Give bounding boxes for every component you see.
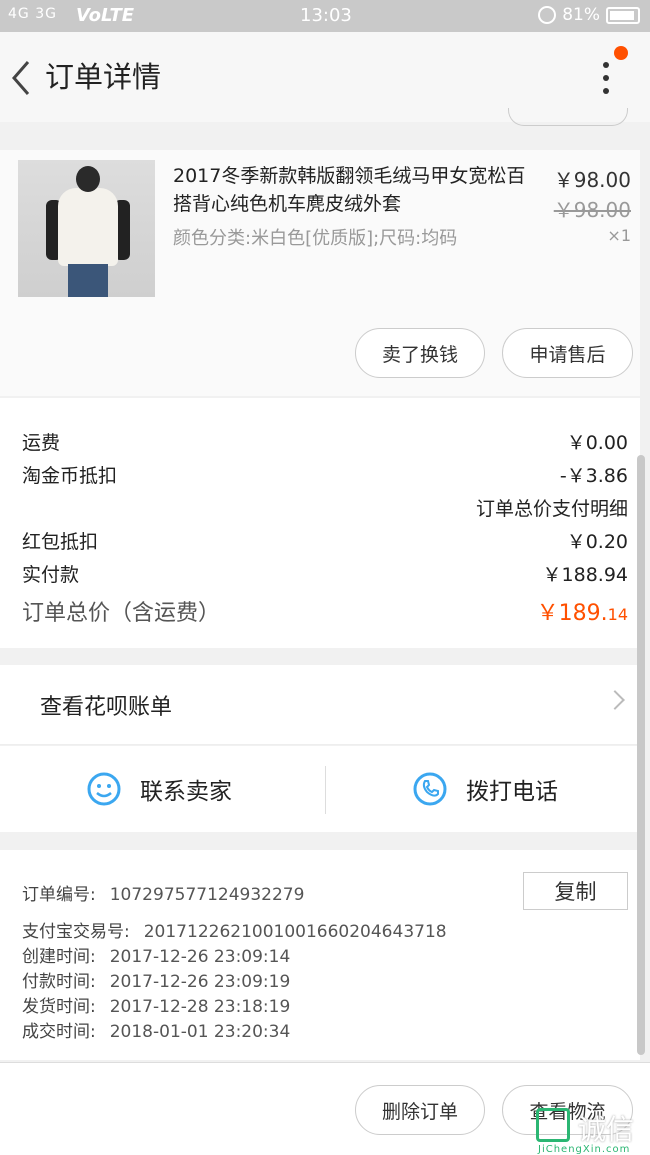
product-price: ￥98.00 [553,168,631,192]
order-number: 107297577124932279 [109,885,305,905]
total-cents: 14 [607,605,628,624]
status-bar: 4G 3G VoLTE 13:03 81% [0,0,650,32]
closed-label: 成交时间: [22,1022,96,1042]
paid-time-row: 付款时间: 2017-12-26 23:09:19 [22,967,290,992]
scrollbar[interactable] [637,455,645,1055]
call-button[interactable]: 拨打电话 [412,746,558,832]
payment-detail-link[interactable]: 订单总价支付明细 [476,494,628,521]
battery-area: 81% [538,5,640,25]
product-quantity: ×1 [607,226,631,245]
notification-dot [614,46,628,60]
product-thumbnail[interactable] [18,160,155,297]
shipping-label: 运费 [22,432,61,454]
chevron-right-icon [605,690,625,710]
call-label: 拨打电话 [466,779,558,805]
phone-icon [413,772,447,806]
coin-value: -￥3.86 [559,465,628,487]
watermark-logo-icon [536,1108,570,1142]
battery-icon [606,6,640,24]
paid-time: 2017-12-26 23:09:19 [109,972,291,992]
alipay-label: 支付宝交易号: [22,922,130,942]
network-type: VoLTE [76,5,135,26]
clock: 13:03 [300,5,352,26]
watermark-url: JiChengXin.com [538,1144,631,1155]
fee-summary: 运费 ￥0.00 淘金币抵扣 -￥3.86 订单总价支付明细 红包抵扣 ￥0.2… [0,398,640,648]
paid-value: ￥188.94 [542,564,628,586]
created-row: 创建时间: 2017-12-26 23:09:14 [22,942,290,967]
huabei-label: 查看花呗账单 [40,695,173,720]
paid-row: 实付款 ￥188.94 [22,560,628,587]
sell-button[interactable]: 卖了换钱 [355,328,485,378]
product-name[interactable]: 2017冬季新款韩版翻领毛绒马甲女宽松百搭背心纯色机车麂皮绒外套 [173,162,533,218]
coin-row: 淘金币抵扣 -￥3.86 [22,461,628,488]
total-row: 订单总价（含运费） ￥189.14 [22,595,628,627]
back-button[interactable] [8,58,36,98]
shipping-value: ￥0.00 [566,432,628,454]
rotation-lock-icon [538,6,557,24]
total-main: ￥189. [536,601,608,626]
order-number-row: 订单编号: 107297577124932279 [22,880,304,905]
chevron-left-icon [12,61,30,95]
watermark-text: 诚信 [578,1113,635,1146]
shipping-row: 运费 ￥0.00 [22,428,628,455]
redpacket-row: 红包抵扣 ￥0.20 [22,527,628,554]
contact-bar: 联系卖家 拨打电话 [0,746,640,832]
watermark: 诚信 JiChengXin.com [534,1106,650,1155]
redpacket-value: ￥0.20 [566,531,628,553]
vertical-divider [325,766,326,814]
chat-face-icon [87,772,121,806]
product-original-price: ￥98.00 [553,198,631,222]
app-header: 订单详情 [0,32,650,126]
created-time: 2017-12-26 23:09:14 [109,947,291,967]
shipped-row: 发货时间: 2017-12-28 23:18:19 [22,992,290,1017]
total-label: 订单总价（含运费） [22,601,221,626]
product-attributes: 颜色分类:米白色[优质版];尺码:均码 [173,228,458,249]
paid-label: 实付款 [22,564,80,586]
total-value: ￥189.14 [537,595,628,627]
product-card[interactable]: 2017冬季新款韩版翻领毛绒马甲女宽松百搭背心纯色机车麂皮绒外套 颜色分类:米白… [0,150,640,396]
after-sale-button[interactable]: 申请售后 [502,328,633,378]
order-number-label: 订单编号: [22,885,96,905]
more-menu-button[interactable] [594,58,618,98]
shipped-time: 2017-12-28 23:18:19 [109,997,291,1017]
scrolled-button-edge [508,108,628,126]
closed-row: 成交时间: 2018-01-01 23:20:34 [22,1017,290,1042]
signal-indicator: 4G 3G [8,6,57,22]
delete-order-button[interactable]: 删除订单 [355,1085,485,1135]
created-label: 创建时间: [22,947,96,967]
contact-seller-label: 联系卖家 [140,779,232,805]
huabei-bill-row[interactable]: 查看花呗账单 [0,665,640,745]
copy-button[interactable]: 复制 [523,872,628,910]
closed-time: 2018-01-01 23:20:34 [109,1022,291,1042]
shipped-label: 发货时间: [22,997,96,1017]
order-info: 订单编号: 107297577124932279 复制 支付宝交易号: 201712… [0,850,640,1060]
contact-seller-button[interactable]: 联系卖家 [86,746,232,832]
paid-time-label: 付款时间: [22,972,96,992]
coin-label: 淘金币抵扣 [22,465,118,487]
alipay-number: 2017122621001001660204643718 [143,922,447,942]
redpacket-label: 红包抵扣 [22,531,99,553]
battery-percent: 81% [562,5,600,25]
alipay-row: 支付宝交易号: 2017122621001001660204643718 [22,917,447,942]
page-title: 订单详情 [45,60,162,94]
